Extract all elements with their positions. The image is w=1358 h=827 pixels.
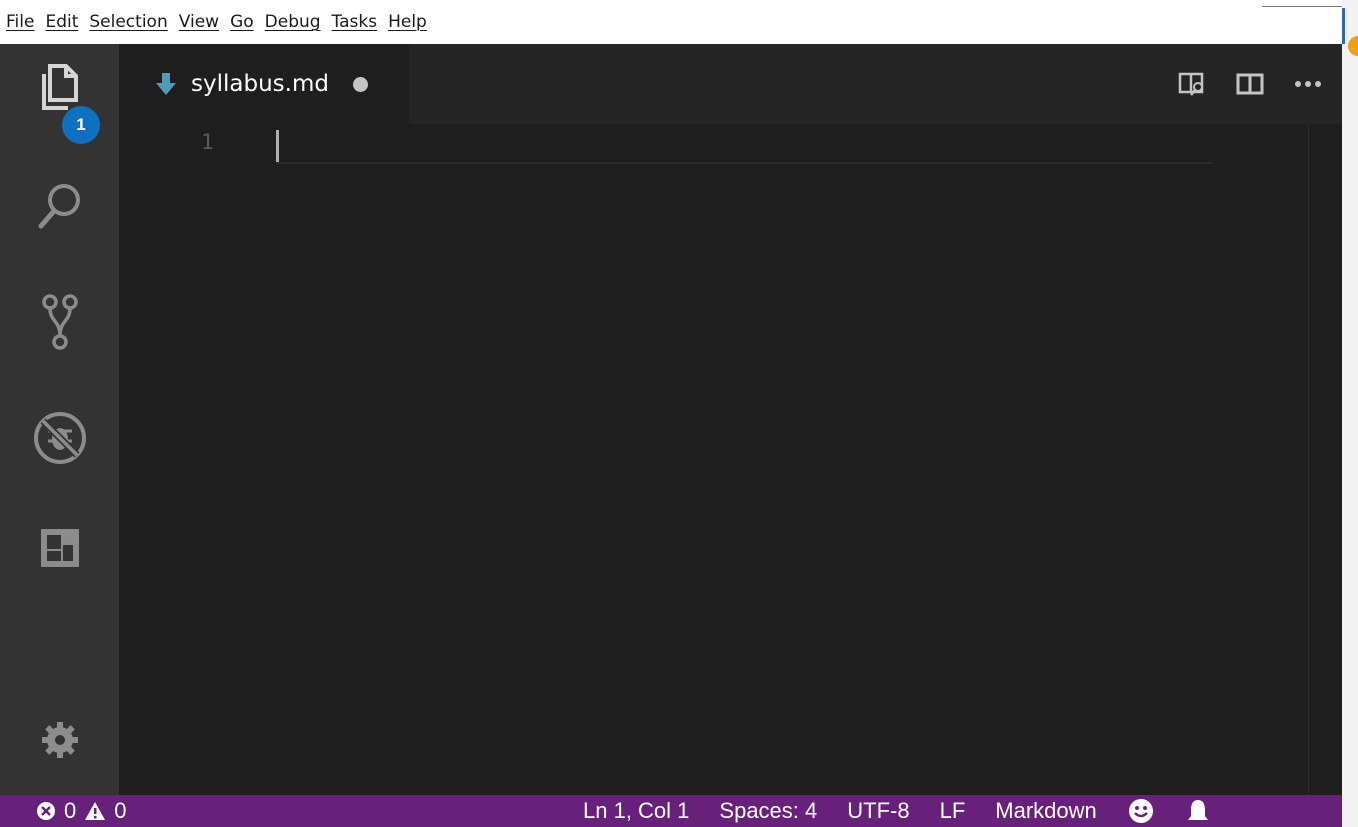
open-preview-icon[interactable] — [1174, 66, 1210, 102]
tab-bar: syllabus.md — [119, 44, 1342, 124]
extensions-icon[interactable] — [30, 518, 90, 578]
menu-tasks[interactable]: Tasks — [332, 0, 378, 44]
menu-file[interactable]: File — [6, 0, 34, 44]
warning-icon — [84, 801, 106, 821]
cursor-position[interactable]: Ln 1, Col 1 — [583, 798, 689, 824]
bell-icon[interactable] — [1185, 797, 1211, 825]
markdown-arrow-icon — [156, 73, 176, 95]
error-count: 0 — [64, 798, 77, 823]
line-number: 1 — [201, 130, 214, 154]
background-window-line — [1262, 6, 1342, 7]
more-icon[interactable] — [1290, 66, 1326, 102]
menu-go[interactable]: Go — [230, 0, 254, 44]
explorer-badge: 1 — [62, 106, 100, 144]
encoding[interactable]: UTF-8 — [847, 798, 909, 824]
editor-area: syllabus.md 1 — [119, 44, 1342, 795]
editor-actions — [1152, 66, 1326, 102]
search-icon[interactable] — [30, 176, 90, 236]
error-icon — [36, 801, 56, 821]
current-line-highlight — [276, 124, 1213, 164]
tab-syllabus-md[interactable]: syllabus.md — [119, 44, 409, 124]
menu-view[interactable]: View — [179, 0, 219, 44]
background-window-accent — [1342, 8, 1345, 44]
end-of-line[interactable]: LF — [940, 798, 966, 824]
warning-count: 0 — [114, 798, 127, 823]
unsaved-dot-icon[interactable] — [352, 76, 368, 92]
indentation[interactable]: Spaces: 4 — [719, 798, 817, 824]
split-editor-icon[interactable] — [1232, 66, 1268, 102]
source-control-icon[interactable] — [30, 292, 90, 352]
text-cursor — [276, 130, 279, 162]
debug-disabled-icon[interactable] — [30, 408, 90, 468]
gear-icon[interactable] — [30, 710, 90, 770]
menu-selection[interactable]: Selection — [89, 0, 167, 44]
smiley-icon[interactable] — [1127, 797, 1155, 825]
menu-bar: File Edit Selection View Go Debug Tasks … — [0, 0, 1342, 44]
tab-label: syllabus.md — [191, 71, 329, 97]
menu-edit[interactable]: Edit — [45, 0, 78, 44]
status-bar: 0 0 Ln 1, Col 1 Spaces: 4 UTF-8 LF Markd… — [0, 795, 1342, 827]
activity-bar: 1 — [0, 44, 119, 795]
background-window-edge — [1342, 0, 1358, 827]
editor-ruler — [1308, 124, 1309, 795]
editor-scrollbar[interactable] — [1213, 124, 1308, 795]
menu-debug[interactable]: Debug — [265, 0, 321, 44]
menu-help[interactable]: Help — [388, 0, 427, 44]
language-mode[interactable]: Markdown — [995, 798, 1096, 824]
problems-indicator[interactable]: 0 0 — [36, 795, 135, 827]
status-right: Ln 1, Col 1 Spaces: 4 UTF-8 LF Markdown — [583, 795, 1211, 827]
